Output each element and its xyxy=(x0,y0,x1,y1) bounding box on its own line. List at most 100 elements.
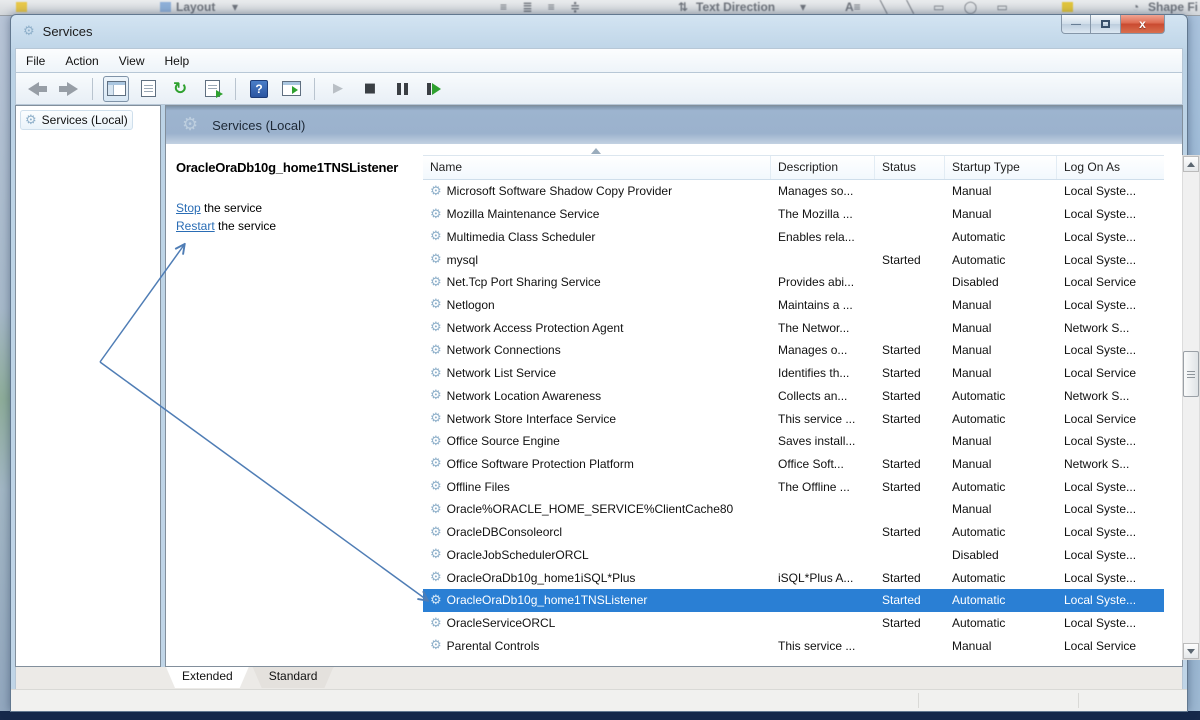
service-startup-type: Automatic xyxy=(945,571,1057,585)
service-row[interactable]: ⚙Office Software Protection Platform Off… xyxy=(423,453,1164,476)
service-name-cell: ⚙OracleOraDb10g_home1TNSListener xyxy=(423,593,771,607)
service-status: Started xyxy=(875,616,945,630)
toolbar: ↻ ? ▶ ■ xyxy=(15,72,1183,105)
minimize-button[interactable]: — xyxy=(1061,15,1091,34)
service-description: The Offline ... xyxy=(771,480,875,494)
back-button[interactable] xyxy=(24,76,50,102)
service-log-on-as: Local Service xyxy=(1057,366,1164,380)
service-log-on-as: Network S... xyxy=(1057,389,1164,403)
service-row[interactable]: ⚙OracleServiceORCL Started Automatic Loc… xyxy=(423,612,1164,635)
menu-item[interactable]: View xyxy=(109,50,155,72)
menu-item[interactable]: File xyxy=(16,50,55,72)
service-gear-icon: ⚙ xyxy=(430,435,442,448)
service-name-cell: ⚙Network List Service xyxy=(423,366,771,380)
start-service-button[interactable]: ▶ xyxy=(325,76,351,102)
tree-item-services-local[interactable]: ⚙ Services (Local) xyxy=(20,110,133,130)
service-row[interactable]: ⚙Offline Files The Offline ... Started A… xyxy=(423,475,1164,498)
service-row[interactable]: ⚙Network Store Interface Service This se… xyxy=(423,407,1164,430)
service-status: Started xyxy=(875,525,945,539)
stop-service-line: Stop the service xyxy=(176,199,413,217)
maximize-icon xyxy=(1101,20,1110,28)
service-startup-type: Automatic xyxy=(945,412,1057,426)
service-startup-type: Automatic xyxy=(945,389,1057,403)
stop-service-link[interactable]: Stop xyxy=(176,201,201,215)
service-name: Netlogon xyxy=(447,298,495,312)
tab-extended[interactable]: Extended xyxy=(166,667,249,688)
service-log-on-as: Local Syste... xyxy=(1057,502,1164,516)
service-row[interactable]: ⚙Net.Tcp Port Sharing Service Provides a… xyxy=(423,271,1164,294)
show-console-tree-button[interactable] xyxy=(103,76,129,102)
service-gear-icon: ⚙ xyxy=(430,503,442,516)
service-status: Started xyxy=(875,457,945,471)
partial-row: ⚙ xyxy=(423,657,1164,660)
service-log-on-as: Network S... xyxy=(1057,321,1164,335)
service-startup-type: Manual xyxy=(945,457,1057,471)
forward-button[interactable] xyxy=(56,76,82,102)
status-bar xyxy=(11,689,1187,711)
service-row[interactable]: ⚙Mozilla Maintenance Service The Mozilla… xyxy=(423,203,1164,226)
service-name-cell: ⚙OracleJobSchedulerORCL xyxy=(423,548,771,562)
help-button[interactable]: ? xyxy=(246,76,272,102)
column-header-description[interactable]: Description xyxy=(771,156,875,179)
service-startup-type: Disabled xyxy=(945,548,1057,562)
service-name-cell: ⚙OracleServiceORCL xyxy=(423,616,771,630)
vertical-scrollbar[interactable] xyxy=(1182,155,1200,660)
banner-label: Services (Local) xyxy=(212,118,305,133)
close-button[interactable]: x xyxy=(1121,15,1165,34)
service-row[interactable]: ⚙Network Access Protection Agent The Net… xyxy=(423,316,1164,339)
properties-button[interactable] xyxy=(135,76,161,102)
service-row[interactable]: ⚙OracleDBConsoleorcl Started Automatic L… xyxy=(423,521,1164,544)
pause-service-button[interactable] xyxy=(389,76,415,102)
restart-service-button[interactable] xyxy=(421,76,447,102)
refresh-button[interactable]: ↻ xyxy=(167,76,193,102)
service-log-on-as: Local Syste... xyxy=(1057,434,1164,448)
scrollbar-thumb[interactable] xyxy=(1183,351,1199,397)
restart-service-link[interactable]: Restart xyxy=(176,219,215,233)
service-name-cell: ⚙Network Location Awareness xyxy=(423,389,771,403)
service-row[interactable]: ⚙Network Connections Manages o... Starte… xyxy=(423,339,1164,362)
stop-service-button[interactable]: ■ xyxy=(357,76,383,102)
service-name: Network Connections xyxy=(447,343,561,357)
service-name-cell: ⚙Office Software Protection Platform xyxy=(423,457,771,471)
menu-item[interactable]: Help xyxy=(155,50,200,72)
service-log-on-as: Local Syste... xyxy=(1057,525,1164,539)
service-row[interactable]: ⚙OracleOraDb10g_home1TNSListener Started… xyxy=(423,589,1164,612)
column-header-status[interactable]: Status xyxy=(875,156,945,179)
banner-gear-icon: ⚙ xyxy=(182,116,198,134)
service-description: Provides abi... xyxy=(771,275,875,289)
column-header-startup-type[interactable]: Startup Type xyxy=(945,156,1057,179)
service-gear-icon: ⚙ xyxy=(430,594,442,607)
menu-item[interactable]: Action xyxy=(55,50,108,72)
service-row[interactable]: ⚙Netlogon Maintains a ... Manual Local S… xyxy=(423,294,1164,317)
service-startup-type: Manual xyxy=(945,343,1057,357)
export-list-button[interactable] xyxy=(199,76,225,102)
service-row[interactable]: ⚙OracleJobSchedulerORCL Disabled Local S… xyxy=(423,544,1164,567)
service-row[interactable]: ⚙Network List Service Identifies th... S… xyxy=(423,362,1164,385)
toolbar-separator xyxy=(235,78,236,100)
column-header-log-on-as[interactable]: Log On As xyxy=(1057,156,1164,179)
restart-service-line: Restart the service xyxy=(176,217,413,235)
service-startup-type: Automatic xyxy=(945,480,1057,494)
service-status: Started xyxy=(875,389,945,403)
service-row[interactable]: ⚙Microsoft Software Shadow Copy Provider… xyxy=(423,180,1164,203)
service-row[interactable]: ⚙OracleOraDb10g_home1iSQL*Plus iSQL*Plus… xyxy=(423,566,1164,589)
service-row[interactable]: ⚙Multimedia Class Scheduler Enables rela… xyxy=(423,225,1164,248)
restart-icon xyxy=(427,83,441,95)
show-action-pane-button[interactable] xyxy=(278,76,304,102)
maximize-button[interactable] xyxy=(1091,15,1121,34)
service-row[interactable]: ⚙Parental Controls This service ... Manu… xyxy=(423,634,1164,657)
service-row[interactable]: ⚙mysql Started Automatic Local Syste... xyxy=(423,248,1164,271)
service-row[interactable]: ⚙Network Location Awareness Collects an.… xyxy=(423,384,1164,407)
service-row[interactable]: ⚙Office Source Engine Saves install... M… xyxy=(423,430,1164,453)
service-startup-type: Manual xyxy=(945,321,1057,335)
service-log-on-as: Local Syste... xyxy=(1057,253,1164,267)
service-name-cell: ⚙Parental Controls xyxy=(423,639,771,653)
tab-standard[interactable]: Standard xyxy=(253,667,334,688)
title-bar[interactable]: ⚙ Services xyxy=(11,15,1187,47)
scroll-down-button[interactable] xyxy=(1183,643,1199,659)
service-row[interactable]: ⚙Oracle%ORACLE_HOME_SERVICE%ClientCache8… xyxy=(423,498,1164,521)
service-description: Identifies th... xyxy=(771,366,875,380)
services-table: Name Description Status Startup Type Log… xyxy=(423,155,1180,660)
column-header-name[interactable]: Name xyxy=(423,156,771,179)
scroll-up-button[interactable] xyxy=(1183,156,1199,172)
